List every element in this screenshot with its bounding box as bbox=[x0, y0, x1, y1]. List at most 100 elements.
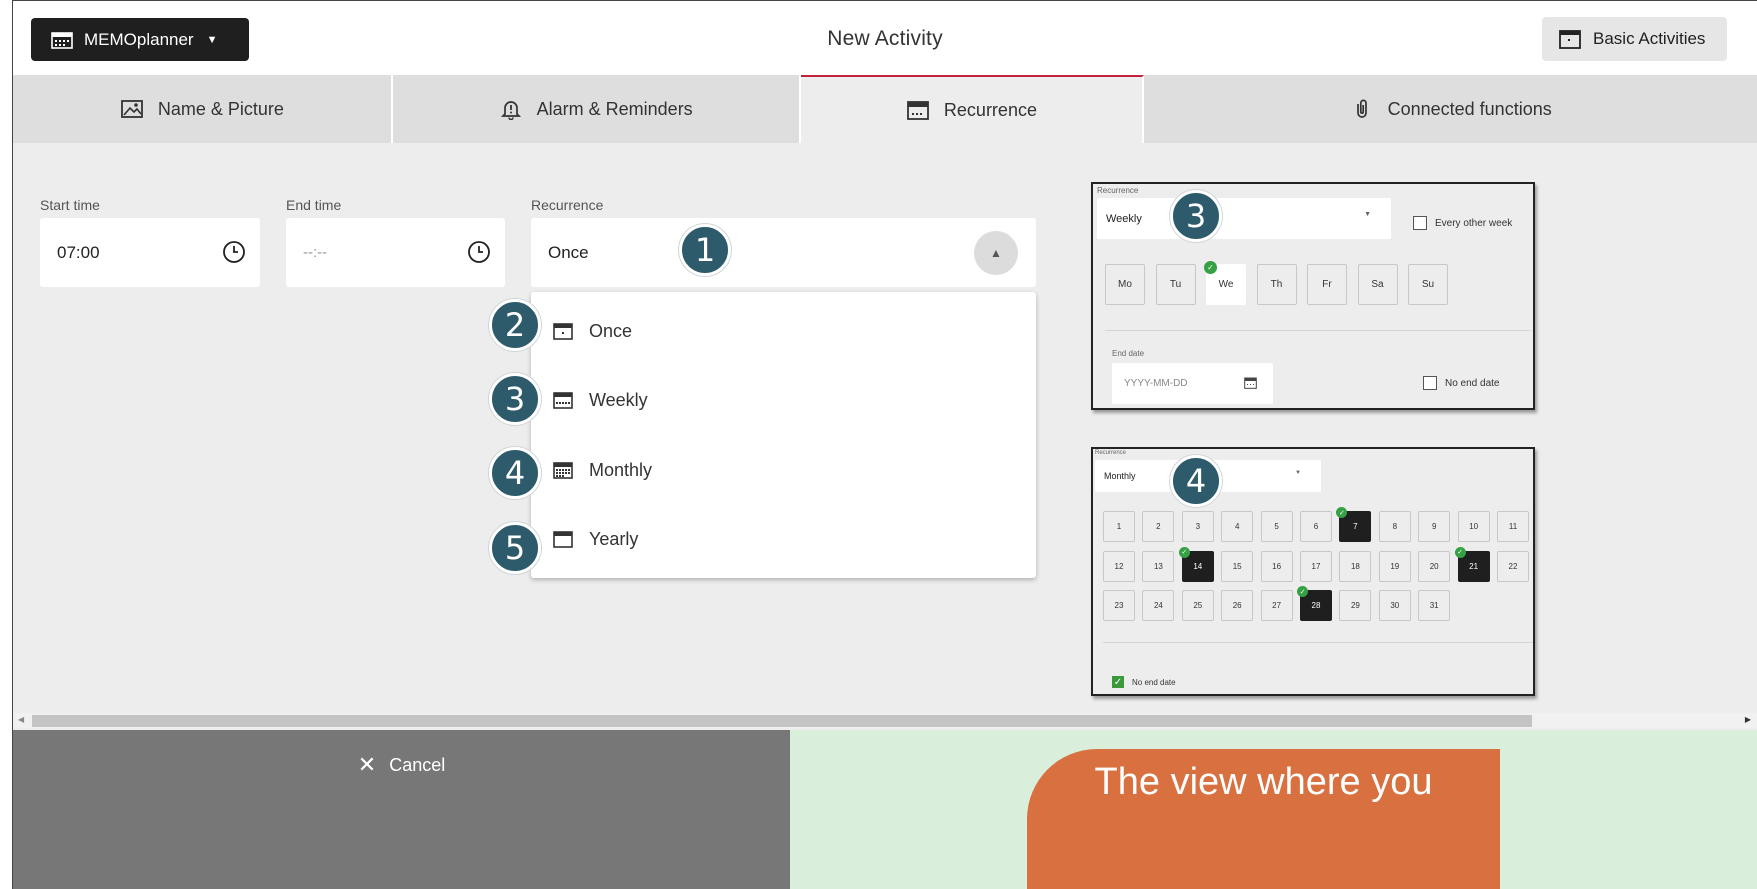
month-day-button[interactable]: 10 bbox=[1457, 511, 1490, 542]
month-day-button[interactable]: 3 bbox=[1181, 511, 1214, 542]
chevron-up-icon[interactable]: ▲ bbox=[974, 231, 1018, 275]
month-day-button[interactable]: 17 bbox=[1300, 550, 1332, 582]
cancel-area: ✕ Cancel bbox=[13, 730, 790, 889]
every-other-week-checkbox[interactable]: Every other week bbox=[1413, 216, 1512, 230]
month-day-button[interactable]: 30 bbox=[1378, 590, 1411, 621]
tab-label: Recurrence bbox=[943, 99, 1037, 120]
option-label: Yearly bbox=[589, 528, 639, 549]
tab-name-picture[interactable]: Name & Picture bbox=[13, 75, 393, 143]
weekday-button[interactable]: Tu bbox=[1155, 264, 1196, 305]
month-day-button[interactable]: 31 bbox=[1418, 590, 1451, 621]
tab-bar: Name & Picture Alarm & Reminders Recurre… bbox=[13, 75, 1757, 143]
month-day-button[interactable]: 8 bbox=[1378, 511, 1411, 542]
month-day-button[interactable]: 1 bbox=[1103, 511, 1135, 542]
month-day-button[interactable]: 23 bbox=[1103, 590, 1135, 621]
month-day-button[interactable]: 29 bbox=[1339, 590, 1372, 621]
month-day-button[interactable]: 26 bbox=[1221, 590, 1254, 621]
month-day-button[interactable]: 18 bbox=[1339, 550, 1372, 582]
check-icon: ✓ bbox=[1178, 546, 1190, 558]
top-bar: MEMOplanner ▼ New Activity Basic Activit… bbox=[13, 1, 1757, 75]
month-day-button[interactable]: 19 bbox=[1378, 550, 1411, 582]
divider bbox=[1103, 642, 1533, 643]
checkbox-checked-icon: ✓ bbox=[1112, 676, 1124, 688]
option-weekly[interactable]: Weekly bbox=[531, 370, 1036, 430]
no-end-date-checkbox[interactable]: No end date bbox=[1423, 376, 1500, 390]
calendar-monthly-icon bbox=[553, 462, 573, 479]
month-day-button[interactable]: 24 bbox=[1142, 590, 1175, 621]
checkbox-box bbox=[1413, 216, 1427, 230]
checkbox-box bbox=[1423, 376, 1437, 390]
basic-activities-button[interactable]: Basic Activities bbox=[1542, 17, 1727, 61]
month-day-button[interactable]: 12 bbox=[1103, 550, 1135, 582]
divider bbox=[1105, 330, 1531, 331]
cancel-label: Cancel bbox=[389, 754, 446, 775]
month-day-button[interactable]: 15 bbox=[1221, 550, 1254, 582]
tab-alarm-reminders[interactable]: Alarm & Reminders bbox=[392, 75, 801, 143]
clock-icon bbox=[468, 241, 490, 263]
month-day-button[interactable]: 9 bbox=[1418, 511, 1451, 542]
chevron-down-icon: ▼ bbox=[1364, 211, 1371, 218]
month-day-button[interactable]: 6 bbox=[1300, 511, 1332, 542]
page-title: New Activity bbox=[827, 27, 943, 50]
scroll-left-icon[interactable]: ◀ bbox=[18, 715, 24, 724]
recurrence-dropdown: Once Weekly Monthly Yearly bbox=[531, 292, 1036, 578]
month-day-button[interactable]: 25 bbox=[1181, 590, 1214, 621]
end-time-placeholder: --:-- bbox=[303, 244, 328, 261]
basic-activities-label: Basic Activities bbox=[1593, 29, 1706, 48]
weekly-recurrence-label: Recurrence bbox=[1097, 186, 1139, 195]
end-time-field[interactable]: --:-- bbox=[286, 218, 505, 287]
paperclip-icon bbox=[1356, 99, 1367, 118]
option-once[interactable]: Once bbox=[531, 301, 1036, 361]
scroll-right-icon[interactable]: ▶ bbox=[1745, 715, 1751, 724]
annotation-badge: 3 bbox=[1170, 190, 1222, 242]
month-day-button[interactable]: 5 bbox=[1260, 511, 1293, 542]
monthly-no-end-date-checkbox[interactable]: ✓ No end date bbox=[1112, 676, 1176, 688]
annotation-badge: 1 bbox=[679, 224, 731, 276]
month-day-button[interactable]: 20 bbox=[1418, 550, 1451, 582]
calendar-weekly-icon bbox=[553, 392, 573, 409]
monthly-preview-panel: Recurrence Monthly ▼ 1 2 3 4 5 6 7 ✓ 8 9 10 11 12 13 1… bbox=[1091, 447, 1535, 696]
cancel-button[interactable]: ✕ Cancel bbox=[13, 752, 790, 778]
calendar-icon bbox=[1244, 377, 1257, 389]
weekday-button[interactable]: Fr bbox=[1307, 264, 1347, 305]
month-day-button[interactable]: 27 bbox=[1260, 590, 1293, 621]
weekday-button[interactable]: Sa bbox=[1357, 264, 1398, 305]
tab-label: Connected functions bbox=[1387, 98, 1552, 119]
month-day-button[interactable]: 13 bbox=[1142, 550, 1175, 582]
weekday-button[interactable]: Mo bbox=[1105, 264, 1145, 305]
chevron-down-icon: ▼ bbox=[1295, 470, 1301, 476]
recurrence-label: Recurrence bbox=[531, 197, 604, 213]
alarm-icon bbox=[500, 101, 521, 120]
start-time-label: Start time bbox=[40, 197, 100, 213]
option-monthly[interactable]: Monthly bbox=[531, 440, 1036, 500]
footer-right-area: The view where you bbox=[790, 730, 1757, 889]
end-date-field[interactable]: YYYY-MM-DD bbox=[1112, 363, 1273, 404]
option-label: Weekly bbox=[589, 389, 648, 410]
clock-icon bbox=[223, 241, 245, 263]
horizontal-scrollbar[interactable]: ◀ ▶ bbox=[13, 713, 1757, 728]
calendar-once-icon bbox=[553, 323, 573, 340]
weekly-preview-panel: Recurrence Weekly ▼ Every other week Mo T… bbox=[1091, 182, 1535, 410]
annotation-badge: 2 bbox=[489, 299, 541, 351]
start-time-field[interactable]: 07:00 bbox=[40, 218, 260, 287]
no-end-date-label: No end date bbox=[1445, 377, 1500, 389]
option-yearly[interactable]: Yearly bbox=[531, 509, 1036, 569]
tab-connected-functions[interactable]: Connected functions bbox=[1144, 75, 1757, 143]
annotation-badge: 4 bbox=[489, 447, 541, 499]
month-day-button[interactable]: 11 bbox=[1497, 511, 1529, 542]
month-day-button[interactable]: 22 bbox=[1497, 550, 1529, 582]
month-day-button[interactable]: 16 bbox=[1260, 550, 1293, 582]
scrollbar-thumb[interactable] bbox=[32, 715, 1532, 727]
tab-recurrence[interactable]: Recurrence bbox=[800, 75, 1145, 143]
annotation-badge: 4 bbox=[1170, 455, 1222, 507]
weekly-select[interactable]: Weekly ▼ bbox=[1097, 198, 1391, 239]
weekday-button[interactable]: Th bbox=[1256, 264, 1297, 305]
option-label: Monthly bbox=[589, 459, 653, 480]
recurrence-select[interactable]: Once ▲ bbox=[531, 218, 1036, 287]
weekday-button[interactable]: Su bbox=[1408, 264, 1448, 305]
calendar-yearly-icon bbox=[553, 531, 573, 548]
annotation-badge: 5 bbox=[489, 522, 541, 574]
weekly-select-value: Weekly bbox=[1106, 212, 1142, 225]
month-day-button[interactable]: 4 bbox=[1221, 511, 1254, 542]
month-day-button[interactable]: 2 bbox=[1142, 511, 1175, 542]
